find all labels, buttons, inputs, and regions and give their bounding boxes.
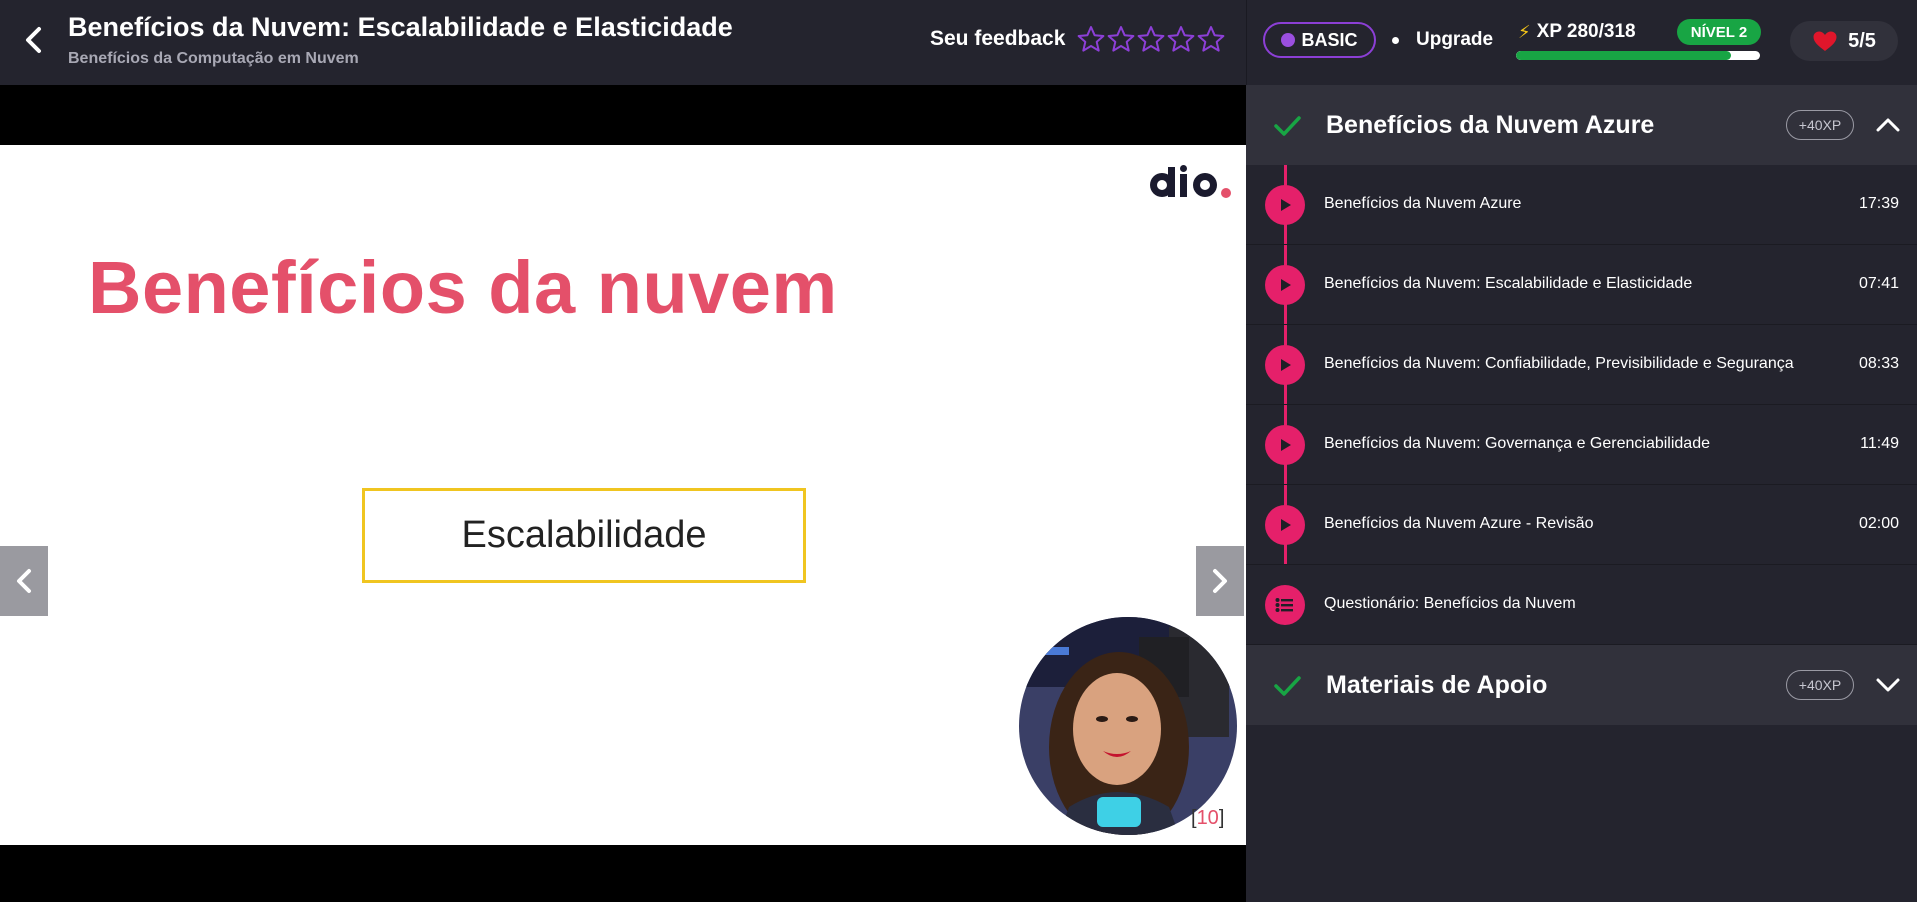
- chevron-right-icon: [1213, 569, 1227, 593]
- lesson-duration: 07:41: [1858, 275, 1899, 292]
- chevron-left-icon: [26, 27, 41, 53]
- page-ref-close: ]: [1218, 807, 1225, 829]
- slide-title: Benefícios da nuvem: [88, 246, 838, 329]
- xp-text: XP 280/318: [1536, 21, 1636, 42]
- lesson-duration: 11:49: [1860, 435, 1899, 452]
- lesson-name: Benefícios da Nuvem Azure - Revisão: [1324, 515, 1594, 532]
- plan-dot-icon: [1281, 33, 1296, 47]
- list-icon: [1265, 585, 1305, 625]
- check-icon: [1274, 676, 1301, 696]
- play-icon: [1265, 505, 1305, 545]
- slide-page-number: [10]: [1191, 807, 1224, 830]
- lesson-title: Benefícios da Nuvem: Escalabilidade e El…: [68, 12, 733, 42]
- chevron-left-icon: [17, 569, 31, 593]
- lightning-icon: ⚡: [1518, 21, 1531, 42]
- lesson-name: Benefícios da Nuvem Azure: [1324, 195, 1522, 212]
- section-title: Materiais de Apoio: [1326, 670, 1548, 699]
- xp-counter: ⚡ XP 280/318: [1518, 21, 1636, 43]
- course-subtitle: Benefícios da Computação em Nuvem: [68, 50, 359, 67]
- previous-lesson-button[interactable]: [0, 546, 48, 616]
- xp-progress-fill: [1516, 51, 1731, 60]
- xp-progress-bar: [1516, 51, 1760, 60]
- check-icon: [1274, 116, 1301, 136]
- next-lesson-button[interactable]: [1196, 546, 1244, 616]
- level-badge: NÍVEL 2: [1677, 19, 1761, 45]
- lesson-item[interactable]: Benefícios da Nuvem: Governança e Gerenc…: [1246, 405, 1917, 485]
- slide-frame: Benefícios da nuvem Escalabilidade [10]: [0, 145, 1246, 845]
- back-button[interactable]: [18, 22, 48, 58]
- lesson-item[interactable]: Benefícios da Nuvem: Escalabilidade e El…: [1246, 245, 1917, 325]
- section-header-beneficios[interactable]: Benefícios da Nuvem Azure +40XP: [1246, 85, 1917, 165]
- lesson-item[interactable]: Benefícios da Nuvem Azure 17:39: [1246, 165, 1917, 245]
- play-icon: [1265, 425, 1305, 465]
- feedback-stars: [1076, 24, 1226, 54]
- star-icon[interactable]: [1196, 24, 1226, 54]
- plan-badge-label: BASIC: [1301, 29, 1358, 50]
- lesson-name: Benefícios da Nuvem: Escalabilidade e El…: [1324, 275, 1693, 292]
- chevron-up-icon[interactable]: [1874, 111, 1902, 139]
- star-icon[interactable]: [1076, 24, 1106, 54]
- section-header-materiais[interactable]: Materiais de Apoio +40XP: [1246, 645, 1917, 725]
- play-icon: [1265, 185, 1305, 225]
- header-divider: [1246, 0, 1247, 85]
- play-icon: [1265, 345, 1305, 385]
- lesson-duration: 02:00: [1858, 515, 1899, 532]
- section-xp-badge: +40XP: [1786, 110, 1854, 140]
- video-player[interactable]: Benefícios da nuvem Escalabilidade [10]: [0, 85, 1246, 902]
- lesson-duration: 17:39: [1858, 195, 1899, 212]
- play-icon: [1265, 265, 1305, 305]
- quiz-name: Questionário: Benefícios da Nuvem: [1324, 595, 1576, 612]
- star-icon[interactable]: [1136, 24, 1166, 54]
- dio-logo: [1150, 165, 1231, 198]
- plan-badge[interactable]: BASIC: [1263, 22, 1376, 58]
- instructor-webcam: [1019, 617, 1237, 835]
- lesson-name: Benefícios da Nuvem: Governança e Gerenc…: [1324, 435, 1710, 452]
- lesson-item[interactable]: Benefícios da Nuvem Azure - Revisão 02:0…: [1246, 485, 1917, 565]
- section-title: Benefícios da Nuvem Azure: [1326, 110, 1655, 139]
- lesson-duration: 08:33: [1858, 355, 1899, 372]
- instructor-photo: [1019, 617, 1237, 835]
- slide-highlight-box: Escalabilidade: [362, 488, 806, 583]
- page-ref-number: 10: [1196, 807, 1219, 829]
- bullet-icon: [1392, 37, 1399, 44]
- upgrade-link[interactable]: Upgrade: [1416, 29, 1493, 51]
- lesson-item[interactable]: Benefícios da Nuvem: Confiabilidade, Pre…: [1246, 325, 1917, 405]
- star-icon[interactable]: [1106, 24, 1136, 54]
- lives-text: 5/5: [1848, 29, 1876, 52]
- lives-counter: 5/5: [1790, 21, 1898, 61]
- course-sidebar: Benefícios da Nuvem Azure +40XP Benefíci…: [1246, 85, 1917, 902]
- heart-icon: [1813, 31, 1837, 51]
- lesson-name: Benefícios da Nuvem: Confiabilidade, Pre…: [1324, 355, 1794, 372]
- section-xp-badge: +40XP: [1786, 670, 1854, 700]
- star-icon[interactable]: [1166, 24, 1196, 54]
- feedback-label: Seu feedback: [930, 27, 1066, 50]
- top-bar: Benefícios da Nuvem: Escalabilidade e El…: [0, 0, 1917, 85]
- quiz-item[interactable]: Questionário: Benefícios da Nuvem: [1246, 565, 1917, 645]
- chevron-down-icon[interactable]: [1874, 671, 1902, 699]
